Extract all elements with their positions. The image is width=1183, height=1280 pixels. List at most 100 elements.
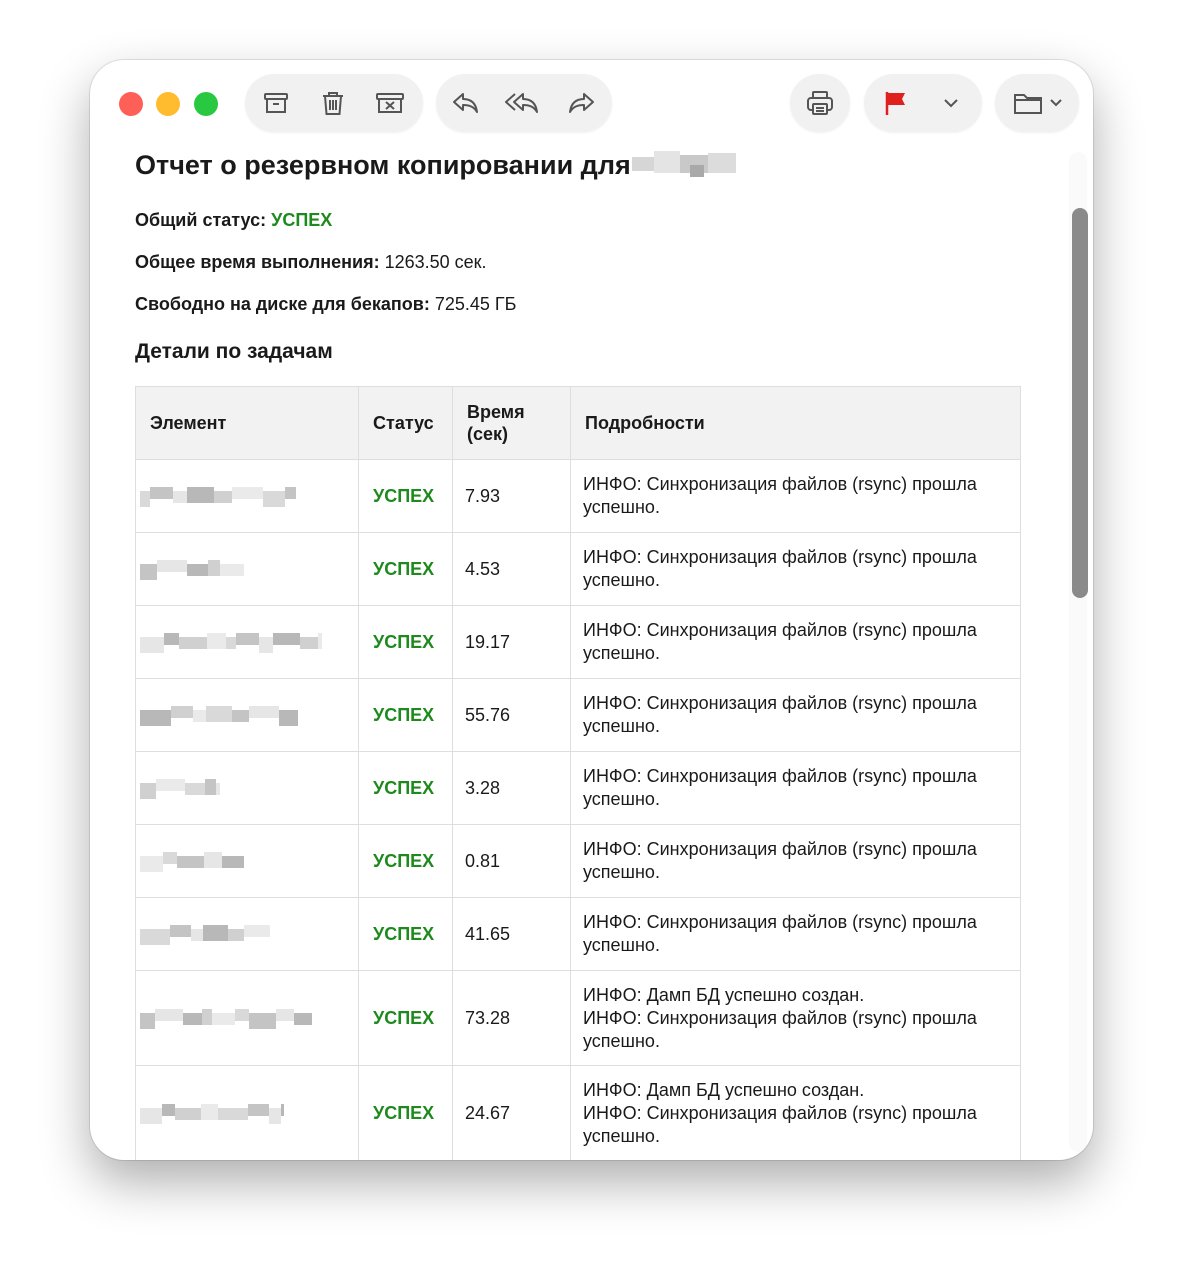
cell-details: ИНФО: Синхронизация файлов (rsync) прошл… — [570, 751, 1021, 825]
table-row: УСПЕХ 0.81 ИНФО: Синхронизация файлов (rsy… — [135, 824, 1021, 898]
overall-status-value: УСПЕХ — [271, 210, 333, 230]
table-header-row: Элемент Статус Время (сек) Подробности — [135, 386, 1021, 460]
cell-element — [135, 897, 359, 971]
cell-time: 41.65 — [452, 897, 571, 971]
chevron-down-icon — [942, 97, 960, 109]
print-button[interactable] — [797, 74, 843, 132]
junk-button[interactable] — [367, 74, 413, 132]
table-row: УСПЕХ 19.17 ИНФО: Синхронизация файлов (rs… — [135, 605, 1021, 679]
cell-details: ИНФО: Синхронизация файлов (rsync) прошл… — [570, 824, 1021, 898]
redacted-element-name — [140, 1100, 284, 1126]
details-line: ИНФО: Синхронизация файлов (rsync) прошл… — [583, 1007, 977, 1051]
cell-details: ИНФО: Синхронизация файлов (rsync) прошл… — [570, 605, 1021, 679]
junk-icon — [374, 89, 406, 117]
details-line: ИНФО: Синхронизация файлов (rsync) прошл… — [583, 620, 977, 663]
cell-time: 55.76 — [452, 678, 571, 752]
cell-time: 7.93 — [452, 459, 571, 533]
redacted-element-name — [140, 1005, 312, 1031]
column-header-status: Статус — [358, 386, 453, 460]
cell-time: 3.28 — [452, 751, 571, 825]
toolbar — [90, 60, 1093, 148]
minimize-window-button[interactable] — [156, 92, 180, 116]
table-row: УСПЕХ 73.28 ИНФО: Дамп БД успешно создан. И… — [135, 970, 1021, 1066]
redacted-element-name — [140, 556, 244, 582]
cell-status: УСПЕХ — [358, 1065, 453, 1160]
archive-button[interactable] — [253, 74, 299, 132]
cell-status: УСПЕХ — [358, 532, 453, 606]
forward-button[interactable] — [558, 74, 604, 132]
table-row: УСПЕХ 4.53 ИНФО: Синхронизация файлов (rsy… — [135, 532, 1021, 606]
print-icon — [805, 89, 835, 117]
mail-window: Отчет о резервном копировании для Общий … — [90, 60, 1093, 1160]
zoom-window-button[interactable] — [194, 92, 218, 116]
redacted-element-name — [140, 775, 220, 801]
table-row: УСПЕХ 41.65 ИНФО: Синхронизация файлов (rs… — [135, 897, 1021, 971]
cell-status: УСПЕХ — [358, 970, 453, 1066]
redacted-element-name — [140, 702, 298, 728]
cell-element — [135, 970, 359, 1066]
cell-status: УСПЕХ — [358, 678, 453, 752]
total-time-value: 1263.50 сек. — [384, 252, 487, 272]
reply-icon — [451, 90, 481, 116]
cell-status: УСПЕХ — [358, 459, 453, 533]
cell-element — [135, 605, 359, 679]
total-time-label: Общее время выполнения: — [135, 252, 380, 272]
details-heading: Детали по задачам — [135, 340, 333, 363]
close-window-button[interactable] — [119, 92, 143, 116]
trash-icon — [319, 89, 347, 117]
free-space-value: 725.45 ГБ — [434, 294, 517, 314]
table-row: УСПЕХ 55.76 ИНФО: Синхронизация файлов (rs… — [135, 678, 1021, 752]
cell-status: УСПЕХ — [358, 897, 453, 971]
details-line: ИНФО: Синхронизация файлов (rsync) прошл… — [583, 693, 977, 736]
cell-details: ИНФО: Дамп БД успешно создан. ИНФО: Синхр… — [570, 1065, 1021, 1160]
redacted-element-name — [140, 483, 296, 509]
reply-button[interactable] — [443, 74, 489, 132]
cell-time: 19.17 — [452, 605, 571, 679]
details-line: ИНФО: Синхронизация файлов (rsync) прошл… — [583, 474, 977, 517]
flag-icon — [882, 89, 910, 117]
cell-details: ИНФО: Синхронизация файлов (rsync) прошл… — [570, 532, 1021, 606]
table-row: УСПЕХ 24.67 ИНФО: Дамп БД успешно создан. И… — [135, 1065, 1021, 1160]
flag-button[interactable] — [873, 74, 919, 132]
cell-element — [135, 1065, 359, 1160]
scrollbar-thumb[interactable] — [1072, 208, 1088, 598]
move-to-folder-button[interactable] — [1002, 74, 1072, 132]
cell-status: УСПЕХ — [358, 824, 453, 898]
details-line: ИНФО: Синхронизация файлов (rsync) прошл… — [583, 839, 977, 882]
column-header-time: Время (сек) — [452, 386, 571, 460]
cell-details: ИНФО: Дамп БД успешно создан. ИНФО: Синхр… — [570, 970, 1021, 1066]
details-line: ИНФО: Синхронизация файлов (rsync) прошл… — [583, 766, 977, 809]
details-line: ИНФО: Синхронизация файлов (rsync) прошл… — [583, 1102, 977, 1146]
total-time-line: Общее время выполнения: 1263.50 сек. — [135, 252, 487, 273]
cell-element — [135, 678, 359, 752]
cell-details: ИНФО: Синхронизация файлов (rsync) прошл… — [570, 678, 1021, 752]
free-space-label: Свободно на диске для бекапов: — [135, 294, 430, 314]
details-line: ИНФО: Дамп БД успешно создан. — [583, 1079, 865, 1100]
details-line: ИНФО: Синхронизация файлов (rsync) прошл… — [583, 912, 977, 955]
table-row: УСПЕХ 7.93 ИНФО: Синхронизация файлов (rsy… — [135, 459, 1021, 533]
redacted-element-name — [140, 848, 244, 874]
table-row: УСПЕХ 3.28 ИНФО: Синхронизация файлов (rsy… — [135, 751, 1021, 825]
folder-icon — [1011, 89, 1063, 117]
details-line: ИНФО: Синхронизация файлов (rsync) прошл… — [583, 547, 977, 590]
column-header-time-text: Время (сек) — [467, 402, 525, 444]
reply-all-button[interactable] — [500, 74, 546, 132]
cell-time: 73.28 — [452, 970, 571, 1066]
column-header-details: Подробности — [570, 386, 1021, 460]
cell-time: 24.67 — [452, 1065, 571, 1160]
forward-icon — [566, 90, 596, 116]
cell-time: 4.53 — [452, 532, 571, 606]
cell-element — [135, 751, 359, 825]
details-line: ИНФО: Дамп БД успешно создан. — [583, 984, 865, 1005]
report-title-text: Отчет о резервном копировании для — [135, 150, 631, 180]
tasks-table: Элемент Статус Время (сек) Подробности У… — [135, 386, 1021, 1160]
cell-status: УСПЕХ — [358, 605, 453, 679]
column-header-element: Элемент — [135, 386, 359, 460]
cell-details: ИНФО: Синхронизация файлов (rsync) прошл… — [570, 459, 1021, 533]
cell-element — [135, 459, 359, 533]
archive-icon — [262, 89, 290, 117]
trash-button[interactable] — [310, 74, 356, 132]
cell-status: УСПЕХ — [358, 751, 453, 825]
cell-details: ИНФО: Синхронизация файлов (rsync) прошл… — [570, 897, 1021, 971]
flag-menu-button[interactable] — [928, 74, 974, 132]
